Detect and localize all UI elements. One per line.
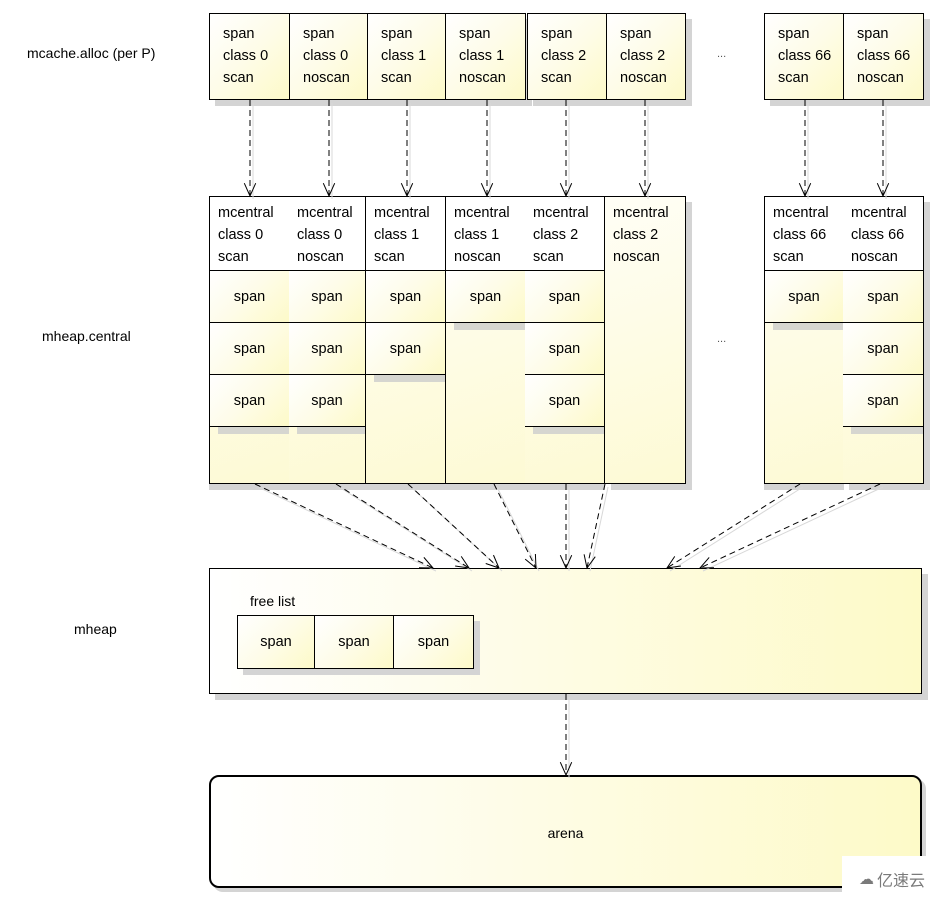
mcentral-to-mheap-arrow [665, 483, 804, 572]
mcentral-span[interactable]: span [765, 271, 843, 323]
mcache-to-mcentral-arrow [322, 100, 336, 199]
mcentral-to-mheap-arrow [698, 483, 884, 572]
mcache-cell[interactable]: span class 2 scan [528, 14, 607, 99]
watermark: ☁ 亿速云 [842, 856, 942, 901]
mcentral-column[interactable]: mcentral class 0 noscan span span span [289, 196, 366, 484]
mcentral-column[interactable]: mcentral class 2 scan span span span [525, 196, 605, 484]
mcentral-header: mcentral class 1 scan [366, 197, 445, 271]
mcentral-span[interactable]: span [525, 375, 604, 427]
mcache-to-mcentral-arrow [876, 100, 890, 199]
mcentral-span[interactable]: span [843, 323, 923, 375]
mcache-to-mcentral-arrow [480, 100, 494, 199]
mheap-box[interactable]: free list span span span [209, 568, 922, 694]
mcache-to-mcentral-arrow [638, 100, 652, 199]
mcache-group-class66: span class 66 scan span class 66 noscan [764, 13, 924, 100]
mcentral-span[interactable]: span [525, 323, 604, 375]
mcentral-span[interactable]: span [525, 271, 604, 323]
free-list-span[interactable]: span [238, 616, 315, 668]
mcache-to-mcentral-arrow [798, 100, 812, 199]
mcentral-ellipsis: ... [717, 333, 727, 345]
mcentral-column[interactable]: mcentral class 1 noscan span [446, 196, 526, 484]
free-list-span[interactable]: span [394, 616, 473, 668]
mcache-cell[interactable]: span class 1 scan [368, 14, 446, 99]
span-shadow [773, 323, 843, 330]
mcache-cell[interactable]: span class 0 noscan [290, 14, 368, 99]
mcentral-column[interactable]: mcentral class 2 noscan [605, 196, 686, 484]
mcentral-header: mcentral class 2 scan [525, 197, 604, 271]
mcache-to-mcentral-arrow [243, 100, 257, 199]
mcentral-to-mheap-arrow [583, 483, 609, 572]
mcentral-header: mcentral class 0 scan [210, 197, 289, 271]
mcentral-column[interactable]: mcentral class 1 scan span span [366, 196, 446, 484]
mcentral-header: mcentral class 66 scan [765, 197, 843, 271]
mcache-to-mcentral-arrow [400, 100, 414, 199]
mcache-cell[interactable]: span class 66 scan [765, 14, 844, 99]
mcentral-header: mcentral class 0 noscan [289, 197, 365, 271]
mcache-cell[interactable]: span class 66 noscan [844, 14, 923, 99]
mcentral-span[interactable]: span [843, 375, 923, 427]
mcentral-column[interactable]: mcentral class 0 scan span span span [209, 196, 290, 484]
span-shadow [218, 427, 289, 434]
cloud-logo-icon: ☁ [858, 870, 874, 888]
mcentral-to-mheap-arrow [493, 483, 540, 572]
mcache-group-class2: span class 2 scan span class 2 noscan [527, 13, 686, 100]
arena-box[interactable]: arena [209, 775, 922, 888]
mcache-cell[interactable]: span class 1 noscan [446, 14, 525, 99]
mcentral-column[interactable]: mcentral class 66 scan span [764, 196, 844, 484]
arena-label: arena [547, 825, 584, 841]
mcache-to-mcentral-arrow [559, 100, 573, 199]
mcentral-column[interactable]: mcentral class 66 noscan span span span [843, 196, 924, 484]
mcentral-span[interactable]: span [289, 375, 365, 427]
span-shadow [297, 427, 365, 434]
mheap-to-arena-arrow [559, 694, 573, 778]
mcache-ellipsis: ... [717, 48, 727, 60]
watermark-text: 亿速云 [876, 872, 925, 890]
mcache-cell[interactable]: span class 0 scan [210, 14, 290, 99]
span-shadow [454, 323, 525, 330]
free-list-label: free list [250, 593, 296, 609]
span-shadow [851, 427, 923, 434]
mcentral-span[interactable]: span [843, 271, 923, 323]
mcentral-header: mcentral class 2 noscan [613, 205, 669, 265]
free-list: span span span [237, 615, 474, 669]
span-shadow [374, 375, 445, 382]
mcentral-to-mheap-arrow [559, 484, 573, 571]
mcentral-to-mheap-arrow [254, 483, 437, 572]
mcache-row-label: mcache.alloc (per P) [27, 45, 156, 61]
mcentral-to-mheap-arrow [335, 483, 473, 572]
span-shadow [533, 427, 604, 434]
mcache-group-class0-1: span class 0 scan span class 0 noscan span cl… [209, 13, 526, 100]
mcentral-span[interactable]: span [210, 271, 289, 323]
mcentral-span[interactable]: span [366, 323, 445, 375]
free-list-span[interactable]: span [315, 616, 394, 668]
mcentral-header: mcentral class 1 noscan [446, 197, 525, 271]
mheap-row-label: mheap [74, 621, 117, 637]
mcentral-span[interactable]: span [446, 271, 525, 323]
mcentral-span[interactable]: span [289, 323, 365, 375]
mcentral-span[interactable]: span [366, 271, 445, 323]
mcentral-to-mheap-arrow [407, 483, 503, 572]
mcentral-span[interactable]: span [210, 323, 289, 375]
mcache-cell[interactable]: span class 2 noscan [607, 14, 685, 99]
mcentral-row-label: mheap.central [42, 328, 131, 344]
mcentral-span[interactable]: span [289, 271, 365, 323]
mcentral-span[interactable]: span [210, 375, 289, 427]
mcentral-header: mcentral class 66 noscan [843, 197, 923, 271]
